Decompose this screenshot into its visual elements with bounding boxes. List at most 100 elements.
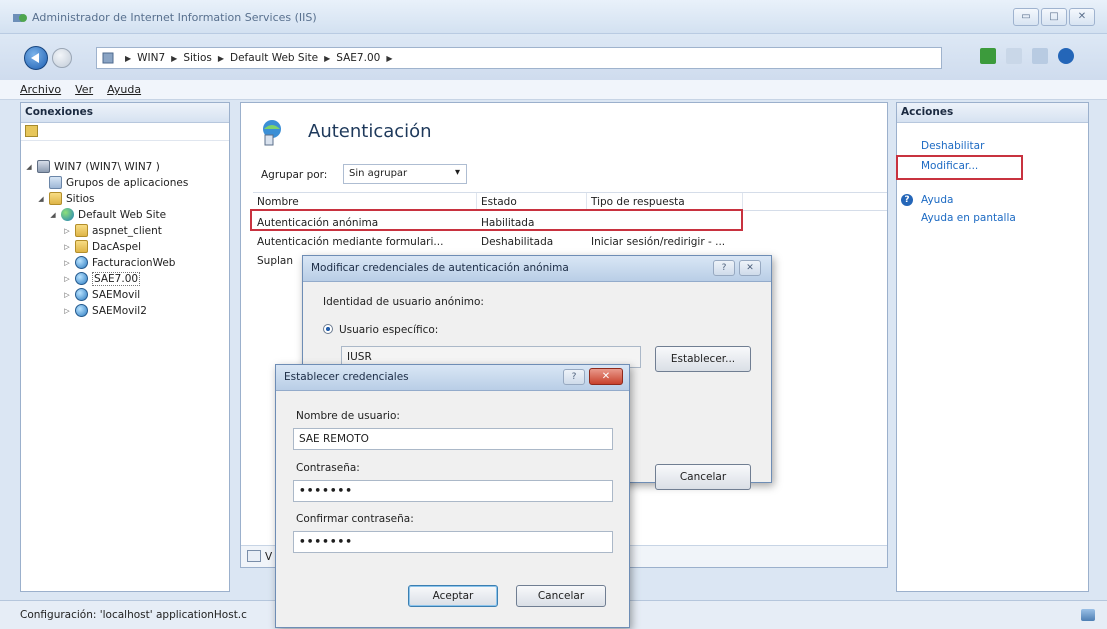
minimize-button[interactable]: ▭ <box>1013 8 1039 26</box>
dialog-title: Establecer credenciales ? ✕ <box>276 365 629 391</box>
tree-node-dacaspel[interactable]: ▷ DacAspel <box>63 239 141 254</box>
application-icon <box>75 272 88 285</box>
tree-node-server[interactable]: ◢ WIN7 (WIN7\ WIN7 ) <box>25 159 160 174</box>
collapse-icon[interactable]: ◢ <box>37 195 45 203</box>
authentication-icon <box>263 120 281 146</box>
menu-ver[interactable]: Ver <box>75 83 93 96</box>
action-help-link[interactable]: Ayuda <box>921 194 953 206</box>
expand-icon[interactable]: ▷ <box>63 259 71 267</box>
dialog-close-button[interactable]: ✕ <box>739 260 761 276</box>
features-view-label[interactable]: V <box>265 551 272 563</box>
tree-node-label: Grupos de aplicaciones <box>66 176 189 189</box>
breadcrumb-item-sae700[interactable]: SAE7.00 <box>336 52 380 64</box>
application-icon <box>75 304 88 317</box>
tree-node-sae700[interactable]: ▷ SAE7.00 <box>63 271 141 286</box>
toolbar-icons <box>980 48 1074 64</box>
ok-button[interactable]: Aceptar <box>408 585 498 607</box>
expand-icon[interactable]: ▷ <box>63 227 71 235</box>
app-pool-icon <box>49 176 62 189</box>
tree-node-label: Sitios <box>66 192 95 205</box>
expand-icon[interactable]: ▷ <box>63 275 71 283</box>
table-row[interactable]: Autenticación mediante formulari... Desh… <box>253 233 887 250</box>
window-controls: ▭ □ ✕ <box>1013 8 1095 26</box>
cell-estado: Deshabilitada <box>481 236 554 248</box>
tree-node-aspnet-client[interactable]: ▷ aspnet_client <box>63 223 162 238</box>
breadcrumb-separator-icon: ▶ <box>125 53 132 63</box>
tree-node-default-web-site[interactable]: ◢ Default Web Site <box>49 207 166 222</box>
application-icon <box>75 256 88 269</box>
forward-arrow-icon[interactable] <box>52 48 72 68</box>
dialog-close-button[interactable]: ✕ <box>589 368 623 385</box>
connections-header: Conexiones <box>21 103 229 123</box>
collapse-icon[interactable]: ◢ <box>49 211 57 219</box>
dialog-body: Nombre de usuario: SAE REMOTO Contraseña… <box>276 391 629 627</box>
tree-node-saemovil[interactable]: ▷ SAEMovil <box>63 287 140 302</box>
menu-ayuda[interactable]: Ayuda <box>107 83 141 96</box>
username-field[interactable]: SAE REMOTO <box>293 428 613 450</box>
create-connection-icon[interactable] <box>25 125 38 137</box>
column-header-nombre[interactable]: Nombre <box>253 193 477 210</box>
breadcrumb-separator-icon: ▶ <box>386 53 393 63</box>
breadcrumb[interactable]: ▶ WIN7 ▶ Sitios ▶ Default Web Site ▶ SAE… <box>96 47 942 69</box>
menu-archivo[interactable]: Archivo <box>20 83 61 96</box>
tree-node-label: Default Web Site <box>78 208 167 221</box>
action-disable-link[interactable]: Deshabilitar <box>921 140 984 152</box>
window-title: Administrador de Internet Information Se… <box>32 11 317 24</box>
confirm-password-field[interactable]: ••••••• <box>293 531 613 553</box>
password-field[interactable]: ••••••• <box>293 480 613 502</box>
tree-node-label: FacturacionWeb <box>92 256 176 269</box>
home-icon[interactable] <box>1032 48 1048 64</box>
cancel-button[interactable]: Cancelar <box>516 585 606 607</box>
dialog-help-button[interactable]: ? <box>563 369 585 385</box>
group-by-select[interactable]: Sin agrupar <box>343 164 467 184</box>
stop-icon[interactable] <box>1006 48 1022 64</box>
specific-user-radio[interactable]: Usuario específico: <box>323 324 438 336</box>
tree-node-saemovil2[interactable]: ▷ SAEMovil2 <box>63 303 147 318</box>
globe-icon <box>61 208 74 221</box>
group-by-label: Agrupar por: <box>261 169 328 181</box>
connections-pane: Conexiones ◢ WIN7 (WIN7\ WIN7 ) Grupos d… <box>20 102 230 592</box>
breadcrumb-item-win7[interactable]: WIN7 <box>137 52 165 64</box>
application-icon <box>75 288 88 301</box>
dialog-help-button[interactable]: ? <box>713 260 735 276</box>
collapse-icon[interactable]: ◢ <box>25 163 33 171</box>
set-credentials-dialog: Establecer credenciales ? ✕ Nombre de us… <box>275 364 630 628</box>
breadcrumb-item-sitios[interactable]: Sitios <box>183 52 212 64</box>
expand-icon[interactable]: ▷ <box>63 307 71 315</box>
features-view-icon[interactable] <box>247 550 261 562</box>
breadcrumb-separator-icon: ▶ <box>217 53 224 63</box>
highlight-box-anonymous <box>250 209 743 231</box>
connect-icon[interactable] <box>980 48 996 64</box>
close-button[interactable]: ✕ <box>1069 8 1095 26</box>
breadcrumb-item-default-web-site[interactable]: Default Web Site <box>230 52 318 64</box>
tree-node-app-pools[interactable]: Grupos de aplicaciones <box>49 175 188 190</box>
anonymous-identity-label: Identidad de usuario anónimo: <box>323 296 484 308</box>
dialog-title-text: Establecer credenciales <box>284 371 409 383</box>
column-header-estado[interactable]: Estado <box>477 193 587 210</box>
action-online-help-link[interactable]: Ayuda en pantalla <box>921 212 1016 224</box>
tree-node-sites[interactable]: ◢ Sitios <box>37 191 95 206</box>
page-title: Autenticación <box>308 121 432 142</box>
menu-bar: Archivo Ver Ayuda <box>0 80 1107 100</box>
expand-icon[interactable]: ▷ <box>63 291 71 299</box>
expand-icon[interactable]: ▷ <box>63 243 71 251</box>
tree-node-label: WIN7 (WIN7\ WIN7 ) <box>54 160 160 173</box>
dialog-title: Modificar credenciales de autenticación … <box>303 256 771 282</box>
radio-selected-icon[interactable] <box>323 324 333 334</box>
network-icon <box>1081 609 1095 621</box>
back-arrow-icon[interactable] <box>24 46 48 70</box>
help-icon[interactable] <box>1058 48 1074 64</box>
status-text: Configuración: 'localhost' applicationHo… <box>20 609 247 621</box>
cell-nombre: Autenticación mediante formulari... <box>257 236 444 248</box>
set-credentials-button[interactable]: Establecer... <box>655 346 751 372</box>
highlight-box-edit <box>896 155 1023 180</box>
maximize-button[interactable]: □ <box>1041 8 1067 26</box>
tree-node-label: aspnet_client <box>92 224 162 237</box>
column-header-tipo[interactable]: Tipo de respuesta <box>587 193 743 210</box>
cancel-button[interactable]: Cancelar <box>655 464 751 490</box>
tree-node-label: SAEMovil2 <box>92 304 147 317</box>
username-label: Nombre de usuario: <box>296 410 400 422</box>
password-label: Contraseña: <box>296 462 360 474</box>
actions-header: Acciones <box>897 103 1088 123</box>
tree-node-facturacionweb[interactable]: ▷ FacturacionWeb <box>63 255 175 270</box>
